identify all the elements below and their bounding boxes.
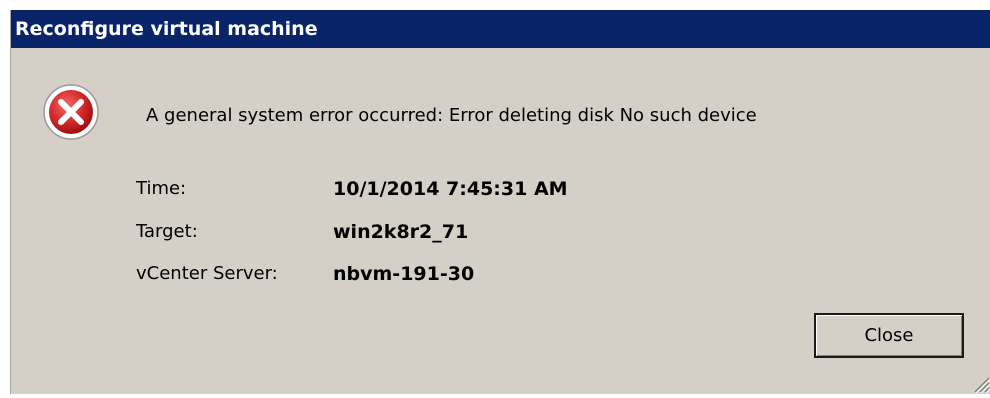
time-value: 10/1/2014 7:45:31 AM — [333, 178, 568, 200]
vcenter-server-label: vCenter Server: — [136, 263, 278, 284]
error-message: A general system error occurred: Error d… — [146, 105, 757, 126]
target-label: Target: — [136, 221, 198, 242]
dialog-title: Reconfigure virtual machine — [15, 18, 318, 40]
reconfigure-vm-dialog: Reconfigure virtual machine A general sy… — [10, 10, 990, 394]
target-value: win2k8r2_71 — [333, 221, 469, 243]
vcenter-server-value: nbvm-191-30 — [333, 263, 475, 285]
resize-grip-icon[interactable] — [967, 370, 990, 394]
close-button[interactable]: Close — [814, 313, 964, 358]
time-label: Time: — [136, 178, 187, 199]
title-bar[interactable]: Reconfigure virtual machine — [11, 10, 990, 48]
error-icon — [41, 82, 101, 142]
